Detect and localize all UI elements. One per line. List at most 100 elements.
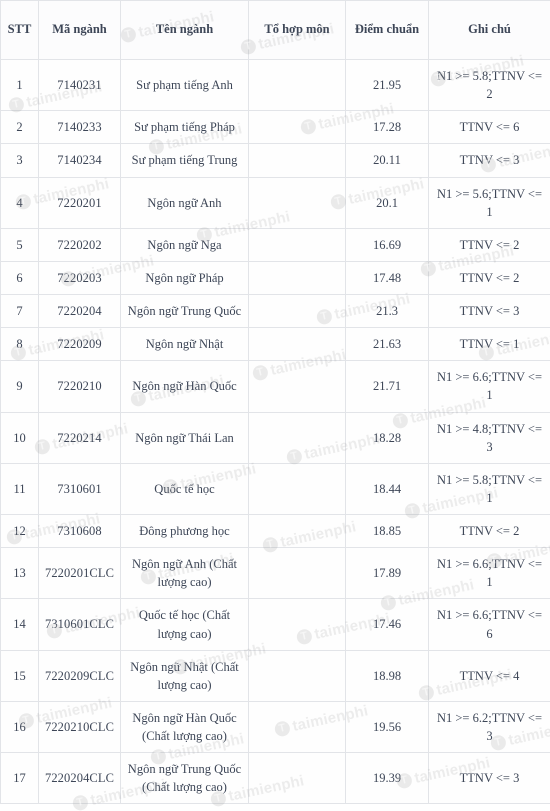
cell-name: Ngôn ngữ Nhật bbox=[120, 327, 249, 362]
cell-name: Sư phạm tiếng Anh bbox=[120, 58, 249, 112]
cell-code: 7310608 bbox=[38, 513, 121, 549]
cell-stt: 7 bbox=[0, 293, 39, 329]
cell-stt: 4 bbox=[0, 176, 39, 229]
cell-stt: 1 bbox=[0, 58, 39, 112]
cell-score: 21.63 bbox=[345, 327, 429, 362]
cell-name: Ngôn ngữ Pháp bbox=[120, 260, 249, 296]
cell-name: Ngôn ngữ Thái Lan bbox=[120, 411, 249, 464]
cell-score: 20.11 bbox=[345, 143, 429, 178]
cell-note: N1 >= 6.6;TTNV <= 1 bbox=[428, 547, 550, 600]
cell-score: 21.71 bbox=[345, 360, 429, 413]
table-body: 1 7140231 Sư phạm tiếng Anh 21.95 N1 >= 5.8;… bbox=[0, 58, 550, 805]
cell-name: Ngôn ngữ Trung Quốc bbox=[120, 293, 249, 329]
cell-stt: 13 bbox=[0, 547, 39, 600]
cell-note: N1 >= 6.6;TTNV <= 1 bbox=[428, 360, 550, 413]
table-row: 8 7220209 Ngôn ngữ Nhật 21.63 TTNV <= 1 bbox=[0, 327, 550, 362]
cell-stt: 2 bbox=[0, 110, 39, 145]
cell-stt: 6 bbox=[0, 260, 39, 296]
cell-score: 21.3 bbox=[345, 293, 429, 329]
column-header-group: Tổ hợp môn bbox=[248, 0, 346, 60]
cell-note: N1 >= 5.8;TTNV <= 1 bbox=[428, 462, 550, 516]
cell-name: Sư phạm tiếng Trung bbox=[120, 143, 249, 178]
cell-code: 7220204CLC bbox=[38, 752, 121, 805]
cell-group bbox=[248, 700, 346, 754]
cell-code: 7220209CLC bbox=[38, 649, 121, 702]
table-row: 7 7220204 Ngôn ngữ Trung Quốc 21.3 TTNV <= 3 bbox=[0, 293, 550, 329]
cell-score: 17.48 bbox=[345, 260, 429, 296]
cell-group bbox=[248, 547, 346, 600]
cell-code: 7220204 bbox=[38, 293, 121, 329]
admission-scores-table: STT Mã ngành Tên ngành Tổ hợp môn Điểm c… bbox=[0, 0, 550, 805]
table-header-row: STT Mã ngành Tên ngành Tổ hợp môn Điểm c… bbox=[0, 0, 550, 60]
cell-name: Đông phương học bbox=[120, 513, 249, 549]
cell-stt: 5 bbox=[0, 227, 39, 262]
cell-stt: 9 bbox=[0, 360, 39, 413]
cell-note: N1 >= 4.8;TTNV <= 3 bbox=[428, 411, 550, 464]
cell-group bbox=[248, 176, 346, 229]
cell-score: 18.28 bbox=[345, 411, 429, 464]
cell-code: 7220201CLC bbox=[38, 547, 121, 600]
table-row: 11 7310601 Quốc tế học 18.44 N1 >= 5.8;TTNV … bbox=[0, 462, 550, 516]
cell-note: N1 >= 5.8;TTNV <= 2 bbox=[428, 58, 550, 112]
cell-code: 7220201 bbox=[38, 176, 121, 229]
column-header-note: Ghi chú bbox=[428, 0, 550, 60]
cell-code: 7310601 bbox=[38, 462, 121, 516]
cell-code: 7140233 bbox=[38, 110, 121, 145]
cell-group bbox=[248, 110, 346, 145]
column-header-stt: STT bbox=[0, 0, 39, 60]
cell-stt: 8 bbox=[0, 327, 39, 362]
cell-note: TTNV <= 2 bbox=[428, 260, 550, 296]
cell-name: Ngôn ngữ Hàn Quốc (Chất lượng cao) bbox=[120, 700, 249, 754]
cell-note: TTNV <= 4 bbox=[428, 649, 550, 702]
cell-stt: 17 bbox=[0, 752, 39, 805]
cell-score: 18.85 bbox=[345, 513, 429, 549]
cell-name: Ngôn ngữ Anh bbox=[120, 176, 249, 229]
cell-score: 18.44 bbox=[345, 462, 429, 516]
cell-score: 19.39 bbox=[345, 752, 429, 805]
cell-code: 7220214 bbox=[38, 411, 121, 464]
cell-score: 19.56 bbox=[345, 700, 429, 754]
cell-group bbox=[248, 649, 346, 702]
column-header-score: Điểm chuẩn bbox=[345, 0, 429, 60]
table-row: 16 7220210CLC Ngôn ngữ Hàn Quốc (Chất lượn… bbox=[0, 700, 550, 754]
cell-score: 16.69 bbox=[345, 227, 429, 262]
cell-score: 18.98 bbox=[345, 649, 429, 702]
cell-note: TTNV <= 1 bbox=[428, 327, 550, 362]
cell-group bbox=[248, 598, 346, 651]
cell-note: TTNV <= 2 bbox=[428, 227, 550, 262]
cell-note: TTNV <= 2 bbox=[428, 513, 550, 549]
table-header: STT Mã ngành Tên ngành Tổ hợp môn Điểm c… bbox=[0, 0, 550, 60]
table-row: 13 7220201CLC Ngôn ngữ Anh (Chất lượng cao… bbox=[0, 547, 550, 600]
cell-name: Quốc tế học bbox=[120, 462, 249, 516]
cell-name: Ngôn ngữ Hàn Quốc bbox=[120, 360, 249, 413]
cell-group bbox=[248, 513, 346, 549]
cell-group bbox=[248, 411, 346, 464]
table-row: 3 7140234 Sư phạm tiếng Trung 20.11 TTNV <= … bbox=[0, 143, 550, 178]
table-row: 17 7220204CLC Ngôn ngữ Trung Quốc (Chất lư… bbox=[0, 752, 550, 805]
table-row: 9 7220210 Ngôn ngữ Hàn Quốc 21.71 N1 >= 6.6;… bbox=[0, 360, 550, 413]
cell-group bbox=[248, 752, 346, 805]
cell-code: 7140234 bbox=[38, 143, 121, 178]
cell-name: Ngôn ngữ Trung Quốc (Chất lượng cao) bbox=[120, 752, 249, 805]
cell-score: 20.1 bbox=[345, 176, 429, 229]
cell-note: TTNV <= 6 bbox=[428, 110, 550, 145]
cell-stt: 10 bbox=[0, 411, 39, 464]
cell-score: 17.28 bbox=[345, 110, 429, 145]
cell-stt: 12 bbox=[0, 513, 39, 549]
table-row: 15 7220209CLC Ngôn ngữ Nhật (Chất lượng ca… bbox=[0, 649, 550, 702]
cell-group bbox=[248, 462, 346, 516]
cell-score: 21.95 bbox=[345, 58, 429, 112]
table-row: 2 7140233 Sư phạm tiếng Pháp 17.28 TTNV <= 6 bbox=[0, 110, 550, 145]
table-row: 5 7220202 Ngôn ngữ Nga 16.69 TTNV <= 2 bbox=[0, 227, 550, 262]
cell-note: N1 >= 6.2;TTNV <= 3 bbox=[428, 700, 550, 754]
cell-stt: 14 bbox=[0, 598, 39, 651]
cell-group bbox=[248, 360, 346, 413]
cell-group bbox=[248, 327, 346, 362]
cell-stt: 15 bbox=[0, 649, 39, 702]
cell-note: N1 >= 6.6;TTNV <= 6 bbox=[428, 598, 550, 651]
column-header-name: Tên ngành bbox=[120, 0, 249, 60]
cell-code: 7140231 bbox=[38, 58, 121, 112]
cell-code: 7220203 bbox=[38, 260, 121, 296]
table-row: 1 7140231 Sư phạm tiếng Anh 21.95 N1 >= 5.8;… bbox=[0, 58, 550, 112]
cell-code: 7220209 bbox=[38, 327, 121, 362]
